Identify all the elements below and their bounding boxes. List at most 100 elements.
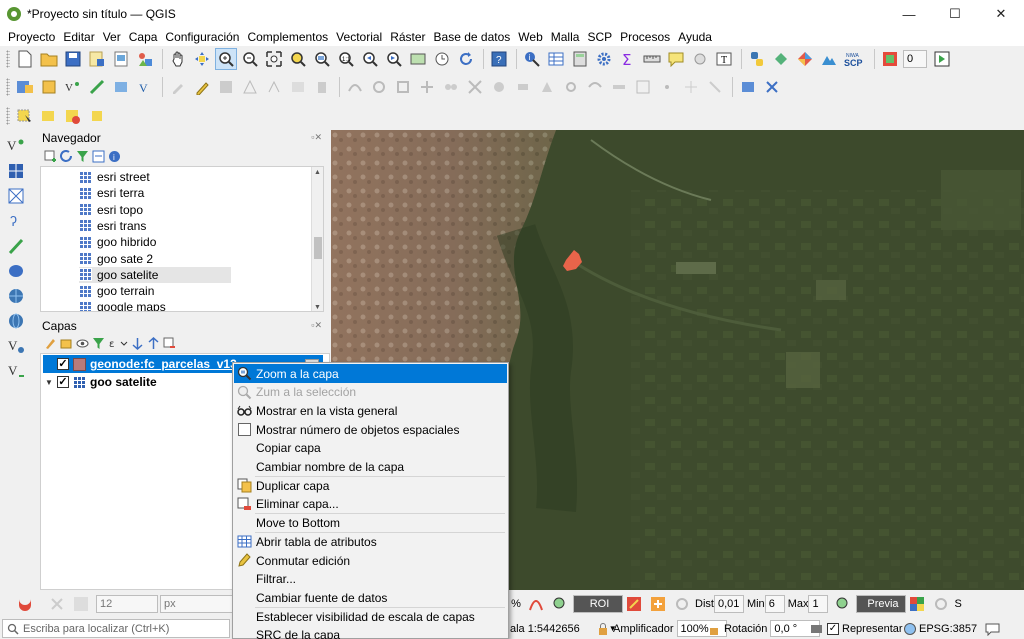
processing-gear-icon[interactable] — [593, 48, 615, 70]
zoom-layer-icon[interactable] — [311, 48, 333, 70]
menu-procesos[interactable]: Procesos — [616, 28, 674, 46]
select-location-icon[interactable] — [86, 105, 108, 127]
scroll-up-icon[interactable]: ▲ — [314, 169, 321, 176]
toolbar-grip[interactable] — [6, 107, 10, 125]
add-group-icon[interactable] — [60, 337, 73, 350]
menu-editar[interactable]: Editar — [59, 28, 98, 46]
properties-info-icon[interactable]: i — [108, 150, 121, 163]
remove-layer-toolbar-icon[interactable] — [163, 337, 176, 350]
text-annotation-icon[interactable]: T — [713, 48, 735, 70]
scp-roi-color-icon[interactable] — [623, 593, 645, 615]
advanced-digitize-7-icon[interactable] — [488, 76, 510, 98]
scp-rotate-icon[interactable] — [671, 593, 693, 615]
context-menu-item[interactable]: Zoom a la capa — [234, 364, 507, 383]
zoom-full-icon[interactable] — [263, 48, 285, 70]
scp-dist-spinbox[interactable]: 0,01 — [713, 595, 744, 613]
deselect-all-icon[interactable] — [62, 105, 84, 127]
advanced-digitize-16-icon[interactable] — [704, 76, 726, 98]
lock-icon[interactable] — [596, 622, 610, 636]
python-icon[interactable] — [746, 48, 768, 70]
filter-legend-icon[interactable] — [92, 337, 105, 350]
navigator-item[interactable]: goo satelite — [79, 266, 231, 283]
context-menu-item[interactable]: Mostrar en la vista general — [234, 401, 507, 420]
statistics-sigma-icon[interactable]: Σ — [617, 48, 639, 70]
navigator-item[interactable]: google maps — [79, 299, 166, 311]
add-spatialite-icon[interactable] — [5, 235, 27, 257]
scp-preview-button[interactable]: Previa — [856, 595, 907, 613]
message-icon[interactable] — [810, 622, 824, 636]
layer-item[interactable]: ▼ ✓ goo satelite — [43, 373, 157, 391]
navigator-item[interactable]: esri terra — [79, 185, 144, 201]
context-menu-item[interactable]: Copiar capa — [234, 439, 507, 458]
context-menu-item[interactable]: Eliminar capa... — [234, 495, 507, 514]
context-menu-item[interactable]: Conmutar edición — [234, 551, 507, 570]
open-project-icon[interactable] — [38, 48, 60, 70]
scp-percent-icon[interactable]: % — [509, 593, 523, 615]
scp-preview-search-icon[interactable] — [832, 593, 854, 615]
close-button[interactable]: ✕ — [978, 0, 1024, 28]
advanced-digitize-6-icon[interactable] — [464, 76, 486, 98]
plugin-mountain-icon[interactable] — [818, 48, 840, 70]
plugin-tiles-icon[interactable] — [794, 48, 816, 70]
add-wms-icon[interactable] — [86, 76, 108, 98]
add-virtual-layer-icon[interactable]: V — [5, 360, 27, 382]
menu-proyecto[interactable]: Proyecto — [4, 28, 59, 46]
menu-ráster[interactable]: Ráster — [386, 28, 429, 46]
new-project-icon[interactable] — [14, 48, 36, 70]
advanced-digitize-11-icon[interactable] — [584, 76, 606, 98]
modify-attributes-icon[interactable] — [287, 76, 309, 98]
label-pin-icon[interactable] — [761, 76, 783, 98]
data-source-manager-icon[interactable] — [14, 76, 36, 98]
add-postgis-icon[interactable] — [5, 260, 27, 282]
digitize-icon[interactable] — [239, 76, 261, 98]
menu-vectorial[interactable]: Vectorial — [332, 28, 386, 46]
band-set-spinbox[interactable]: 0 — [903, 50, 927, 68]
pan-hand-icon[interactable] — [167, 48, 189, 70]
niwa-icon[interactable]: NIWA SCP — [842, 48, 868, 70]
messages-icon[interactable] — [985, 622, 1001, 636]
scp-roi-button[interactable]: ROI — [573, 595, 623, 613]
scp-band-set-icon[interactable] — [879, 48, 901, 70]
menu-scp[interactable]: SCP — [583, 28, 616, 46]
layer-visibility-checkbox[interactable]: ✓ — [57, 358, 69, 370]
current-edits-icon[interactable] — [167, 76, 189, 98]
advanced-digitize-13-icon[interactable] — [632, 76, 654, 98]
advanced-digitize-1-icon[interactable] — [344, 76, 366, 98]
zoom-in-icon[interactable] — [215, 48, 237, 70]
panel-close-icon[interactable]: ▫✕ — [311, 320, 322, 331]
context-menu-item[interactable]: Move to Bottom — [234, 514, 507, 533]
scp-redo-icon[interactable] — [930, 593, 952, 615]
annotation-icon[interactable] — [665, 48, 687, 70]
pan-to-selection-icon[interactable] — [191, 48, 213, 70]
zoom-out-icon[interactable] — [239, 48, 261, 70]
navigator-item[interactable]: esri topo — [79, 202, 143, 218]
add-selected-icon[interactable] — [44, 150, 57, 163]
context-menu-item[interactable]: Filtrar... — [234, 570, 507, 589]
add-wcs-layer-icon[interactable] — [5, 310, 27, 332]
delete-selected-icon[interactable] — [311, 76, 333, 98]
scp-curve-icon[interactable] — [525, 593, 547, 615]
scp-classification-icon[interactable] — [906, 593, 928, 615]
advanced-digitize-8-icon[interactable] — [512, 76, 534, 98]
context-menu-item[interactable]: Mostrar número de objetos espaciales — [234, 420, 507, 439]
context-menu-item[interactable]: SRC de la capa — [234, 626, 507, 639]
crs-field[interactable]: EPSG:3857 — [903, 620, 1001, 637]
scp-add-icon[interactable] — [647, 593, 669, 615]
navigator-item[interactable]: goo sate 2 — [79, 251, 153, 267]
menu-ayuda[interactable]: Ayuda — [674, 28, 716, 46]
context-menu-item[interactable]: Duplicar capa — [234, 476, 507, 495]
zoom-selection-icon[interactable] — [287, 48, 309, 70]
locator-search-input[interactable]: Escriba para localizar (Ctrl+K) — [2, 619, 230, 638]
add-vector-layer-icon[interactable]: V — [5, 135, 27, 157]
new-map-view-icon[interactable] — [407, 48, 429, 70]
advanced-digitize-10-icon[interactable] — [560, 76, 582, 98]
save-as-icon[interactable] — [86, 48, 108, 70]
magnet-snapping-icon[interactable] — [14, 593, 36, 615]
toolbar-grip[interactable] — [6, 78, 10, 96]
advanced-digitize-5-icon[interactable] — [440, 76, 462, 98]
snapping-tolerance-spinbox[interactable]: 12 — [96, 595, 158, 613]
new-layer-icon[interactable] — [38, 76, 60, 98]
context-menu-item[interactable]: Cambiar nombre de la capa — [234, 458, 507, 477]
minimize-button[interactable]: — — [886, 0, 932, 28]
menu-configuración[interactable]: Configuración — [161, 28, 243, 46]
